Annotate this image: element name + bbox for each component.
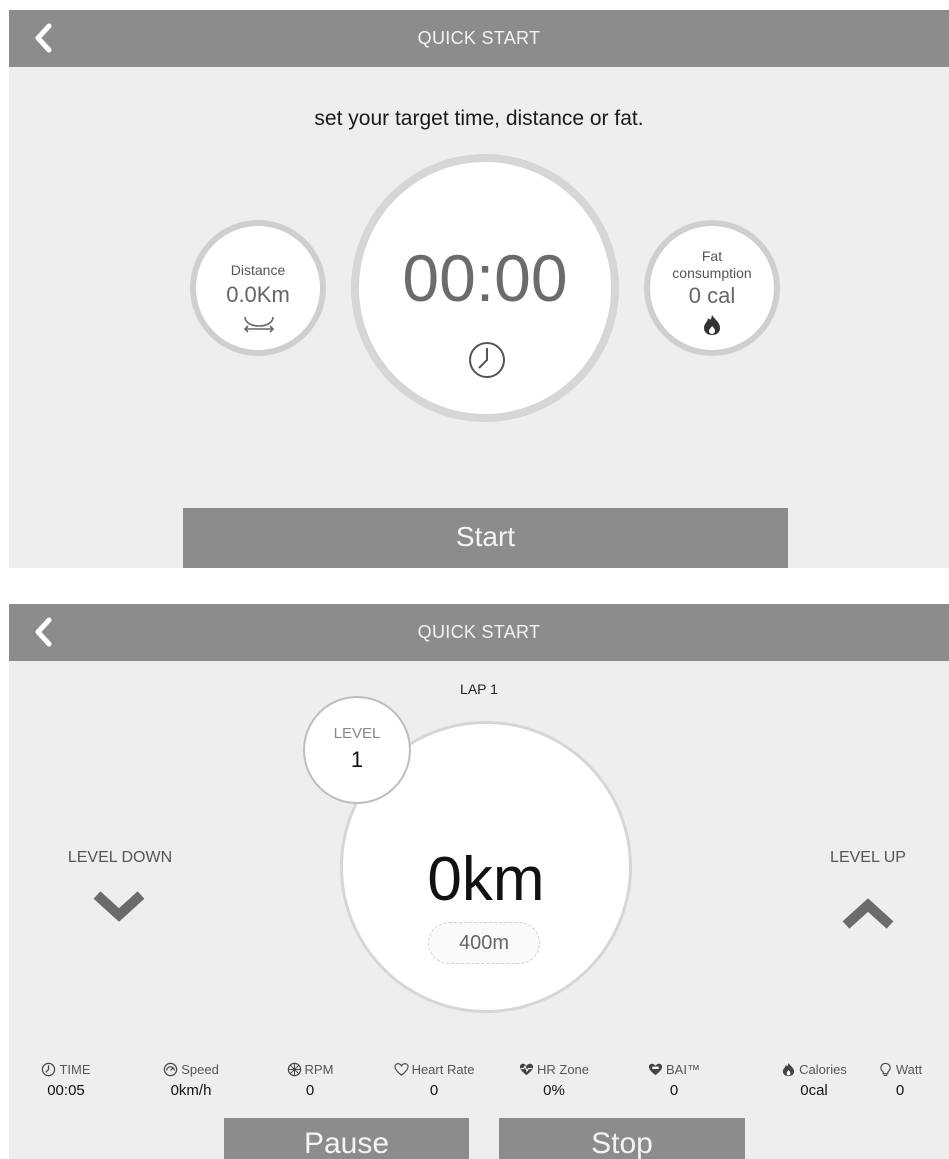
lap-label: LAP 1	[460, 681, 498, 697]
bulb-icon	[880, 1062, 891, 1076]
page-title: QUICK START	[417, 622, 541, 642]
stat-rpm: RPM 0	[255, 1062, 365, 1099]
stat-bai: BAI™ 0	[619, 1062, 729, 1099]
stat-value: 00:05	[47, 1082, 85, 1099]
level-up-label: LEVEL UP	[830, 849, 906, 866]
stat-label: Speed	[181, 1062, 219, 1077]
level-down-button[interactable]: LEVEL DOWN	[45, 849, 195, 939]
bai-icon	[648, 1063, 663, 1076]
stat-value: 0	[669, 1082, 679, 1099]
stat-value: 0	[305, 1082, 315, 1099]
distance-target-button[interactable]: Distance 0.0Km	[190, 220, 326, 356]
stat-label: HR Zone	[536, 1062, 590, 1077]
stat-label: TIME	[59, 1062, 91, 1077]
level-down-label: LEVEL DOWN	[67, 849, 173, 866]
stat-time: TIME 00:05	[11, 1062, 121, 1099]
level-indicator: LEVEL 1	[303, 696, 411, 804]
level-value: 1	[350, 747, 364, 772]
hr-zone-icon	[519, 1063, 534, 1076]
fat-value: 0 cal	[688, 283, 736, 308]
time-target-button[interactable]: 00:00	[351, 154, 619, 422]
level-label: LEVEL	[333, 725, 381, 742]
instruction-text: set your target time, distance or fat.	[314, 107, 644, 130]
stat-speed: Speed 0km/h	[136, 1062, 246, 1099]
stat-value: 0km/h	[170, 1082, 212, 1099]
stat-hr-zone: HR Zone 0%	[499, 1062, 609, 1099]
stat-watt: Watt 0	[852, 1062, 948, 1099]
chevron-down-icon	[93, 891, 145, 922]
quick-start-setup-screen: QUICK START set your target time, distan…	[9, 10, 949, 568]
fat-label-line2: consumption	[672, 265, 752, 281]
lap-length-badge: 400m	[428, 922, 540, 964]
flame-icon	[783, 1062, 795, 1077]
stop-button[interactable]: Stop	[499, 1118, 745, 1159]
page-title: QUICK START	[417, 28, 541, 48]
header-bar: QUICK START	[9, 10, 949, 67]
distance-value: 0km	[427, 845, 545, 914]
chevron-up-icon	[842, 898, 894, 929]
distance-value: 0.0Km	[226, 282, 290, 307]
header-bar: QUICK START	[9, 604, 949, 661]
stat-label: RPM	[304, 1062, 334, 1077]
stat-label: Heart Rate	[411, 1062, 475, 1077]
level-up-button[interactable]: LEVEL UP	[803, 849, 933, 939]
speed-icon	[164, 1062, 178, 1077]
clock-icon	[42, 1062, 56, 1077]
start-button[interactable]: Start	[183, 508, 788, 568]
stat-value: 0%	[543, 1082, 565, 1099]
stat-label: BAI™	[666, 1062, 700, 1077]
flame-icon	[704, 315, 720, 335]
pause-button[interactable]: Pause	[224, 1118, 469, 1159]
stat-label: Watt	[895, 1062, 923, 1077]
stat-label: Calories	[799, 1062, 847, 1077]
clock-icon	[469, 342, 505, 378]
rpm-icon	[287, 1062, 301, 1077]
distance-icon	[243, 316, 275, 333]
fat-target-button[interactable]: Fat consumption 0 cal	[644, 220, 780, 356]
heart-icon	[393, 1063, 409, 1076]
stat-heart-rate: Heart Rate 0	[369, 1062, 499, 1099]
stat-value: 0	[895, 1082, 905, 1099]
time-value: 00:00	[402, 241, 568, 315]
stat-value: 0	[429, 1082, 439, 1099]
distance-label: Distance	[230, 262, 286, 278]
fat-label-line1: Fat	[701, 248, 723, 264]
